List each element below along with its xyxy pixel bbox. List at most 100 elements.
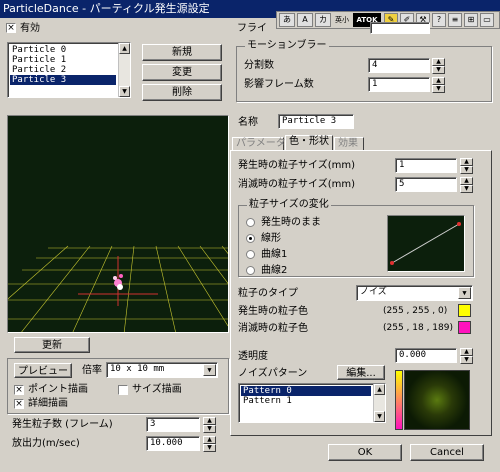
emission-count-spinner[interactable]: ▲ ▼ bbox=[203, 417, 216, 433]
frame-field[interactable] bbox=[370, 22, 430, 34]
spin-down-icon[interactable]: ▼ bbox=[460, 185, 473, 193]
detail-draw-checkbox[interactable]: × bbox=[14, 399, 24, 409]
ime-kana-icon[interactable]: カ bbox=[315, 13, 331, 27]
start-size-spinner[interactable]: ▲ ▼ bbox=[460, 158, 473, 174]
emission-power-spinner[interactable]: ▲ ▼ bbox=[203, 436, 216, 452]
particle-list-item[interactable]: Particle 2 bbox=[10, 65, 116, 75]
scale-select[interactable]: 10 x 10 mm ▼ bbox=[106, 362, 218, 378]
ime-mode-icon[interactable]: あ bbox=[279, 13, 295, 27]
motion-blur-group: モーションブラー bbox=[236, 40, 492, 102]
particle-list[interactable]: Particle 0 Particle 1 Particle 2 Particle 3… bbox=[7, 42, 131, 98]
preview-viewport[interactable] bbox=[7, 115, 229, 333]
start-size-input[interactable]: 1 bbox=[395, 158, 457, 173]
emission-count-input[interactable]: 3 bbox=[146, 417, 200, 432]
particle-list-item[interactable]: Particle 3 bbox=[10, 75, 116, 85]
particle-type-label: 粒子のタイプ bbox=[238, 288, 298, 299]
spin-up-icon[interactable]: ▲ bbox=[203, 436, 216, 444]
preview-button[interactable]: プレビュー bbox=[14, 363, 72, 378]
emission-power-label: 放出力(m/sec) bbox=[12, 438, 80, 449]
transparency-spinner[interactable]: ▲ ▼ bbox=[460, 348, 473, 364]
start-color-value: (255 , 255 , 0) bbox=[383, 306, 448, 316]
spin-down-icon[interactable]: ▼ bbox=[432, 66, 445, 74]
tab-parameters[interactable]: パラメータ bbox=[232, 137, 286, 151]
noise-pattern-label: ノイズパターン bbox=[238, 368, 308, 379]
start-size-label: 発生時の粒子サイズ(mm) bbox=[238, 160, 355, 171]
end-size-spinner[interactable]: ▲ ▼ bbox=[460, 177, 473, 193]
point-draw-label: ポイント描画 bbox=[28, 384, 88, 395]
delete-button[interactable]: 削除 bbox=[142, 84, 222, 101]
size-change-option-label: 線形 bbox=[261, 233, 281, 244]
emission-power-input[interactable]: 10.000 bbox=[146, 436, 200, 451]
particle-list-items: Particle 0 Particle 1 Particle 2 Particle 3 bbox=[10, 45, 116, 85]
ime-input-icon[interactable]: A bbox=[297, 13, 313, 27]
spin-down-icon[interactable]: ▼ bbox=[460, 356, 473, 364]
end-color-value: (255 , 18 , 189) bbox=[383, 323, 453, 333]
help-icon[interactable]: ? bbox=[432, 13, 446, 27]
size-curve-preview bbox=[387, 215, 465, 272]
scroll-up-icon[interactable]: ▲ bbox=[374, 384, 385, 395]
size-change-radio[interactable] bbox=[246, 266, 255, 275]
size-draw-label: サイズ描画 bbox=[132, 384, 182, 395]
spin-down-icon[interactable]: ▼ bbox=[460, 166, 473, 174]
tab-effects[interactable]: 効果 bbox=[334, 137, 364, 151]
chevron-down-icon[interactable]: ▼ bbox=[203, 364, 216, 376]
ok-button[interactable]: OK bbox=[328, 444, 402, 461]
divisions-label: 分割数 bbox=[244, 60, 274, 71]
point-draw-checkbox[interactable]: × bbox=[14, 385, 24, 395]
size-change-radio[interactable] bbox=[246, 250, 255, 259]
particle-list-item[interactable]: Particle 1 bbox=[10, 55, 116, 65]
spin-up-icon[interactable]: ▲ bbox=[432, 58, 445, 66]
size-draw-checkbox[interactable] bbox=[118, 385, 128, 395]
spin-down-icon[interactable]: ▼ bbox=[203, 444, 216, 452]
scroll-down-icon[interactable]: ▼ bbox=[119, 86, 130, 97]
particle-type-select[interactable]: ノイズ ▼ bbox=[356, 285, 473, 301]
spin-down-icon[interactable]: ▼ bbox=[203, 425, 216, 433]
spin-up-icon[interactable]: ▲ bbox=[432, 77, 445, 85]
pattern-list-item[interactable]: Pattern 0 bbox=[241, 386, 371, 396]
tab-color-shape[interactable]: 色・形状 bbox=[285, 135, 333, 151]
transparency-input[interactable]: 0.000 bbox=[395, 348, 457, 363]
pattern-list-scrollbar[interactable]: ▲ ▼ bbox=[373, 384, 385, 422]
end-size-input[interactable]: 5 bbox=[395, 177, 457, 192]
enable-checkbox[interactable]: × bbox=[6, 23, 16, 33]
particle-list-scrollbar[interactable]: ▲ ▼ bbox=[118, 43, 130, 97]
change-button[interactable]: 変更 bbox=[142, 64, 222, 81]
emission-count-label: 発生粒子数 (フレーム) bbox=[12, 419, 113, 430]
cancel-button[interactable]: Cancel bbox=[410, 444, 484, 461]
new-button[interactable]: 新規 bbox=[142, 44, 222, 61]
name-input[interactable]: Particle 3 bbox=[278, 114, 354, 129]
spin-up-icon[interactable]: ▲ bbox=[460, 158, 473, 166]
update-button[interactable]: 更新 bbox=[14, 337, 90, 353]
spin-up-icon[interactable]: ▲ bbox=[460, 177, 473, 185]
spin-down-icon[interactable]: ▼ bbox=[432, 85, 445, 93]
scroll-up-icon[interactable]: ▲ bbox=[119, 43, 130, 54]
spin-up-icon[interactable]: ▲ bbox=[203, 417, 216, 425]
size-change-option-label: 発生時のまま bbox=[261, 217, 321, 228]
noise-preview bbox=[404, 370, 470, 430]
particle-list-item[interactable]: Particle 0 bbox=[10, 45, 116, 55]
size-change-radio[interactable] bbox=[246, 234, 255, 243]
frames-input[interactable]: 1 bbox=[368, 77, 430, 92]
particle-type-value: ノイズ bbox=[360, 287, 387, 297]
color-gradient-bar bbox=[395, 370, 403, 430]
divisions-spinner[interactable]: ▲ ▼ bbox=[432, 58, 445, 74]
enable-check[interactable]: × 有効 bbox=[6, 22, 66, 36]
divisions-input[interactable]: 4 bbox=[368, 58, 430, 73]
noise-pattern-list[interactable]: Pattern 0 Pattern 1 ▲ ▼ bbox=[238, 383, 386, 423]
pattern-list-items: Pattern 0 Pattern 1 bbox=[241, 386, 371, 406]
pattern-list-item[interactable]: Pattern 1 bbox=[241, 396, 371, 406]
name-label: 名称 bbox=[238, 117, 258, 128]
end-color-swatch[interactable] bbox=[458, 321, 471, 334]
frames-spinner[interactable]: ▲ ▼ bbox=[432, 77, 445, 93]
spin-up-icon[interactable]: ▲ bbox=[460, 348, 473, 356]
size-change-radio[interactable] bbox=[246, 218, 255, 227]
scale-label: 倍率 bbox=[82, 365, 102, 376]
menu-icon[interactable]: ≡ bbox=[448, 13, 462, 27]
edit-button[interactable]: 編集... bbox=[337, 365, 385, 380]
property-icon[interactable]: ⊞ bbox=[464, 13, 478, 27]
chevron-down-icon[interactable]: ▼ bbox=[458, 287, 471, 299]
start-color-swatch[interactable] bbox=[458, 304, 471, 317]
minimize-icon[interactable]: ▭ bbox=[480, 13, 494, 27]
scroll-down-icon[interactable]: ▼ bbox=[374, 411, 385, 422]
size-change-option-label: 曲線1 bbox=[261, 249, 288, 260]
